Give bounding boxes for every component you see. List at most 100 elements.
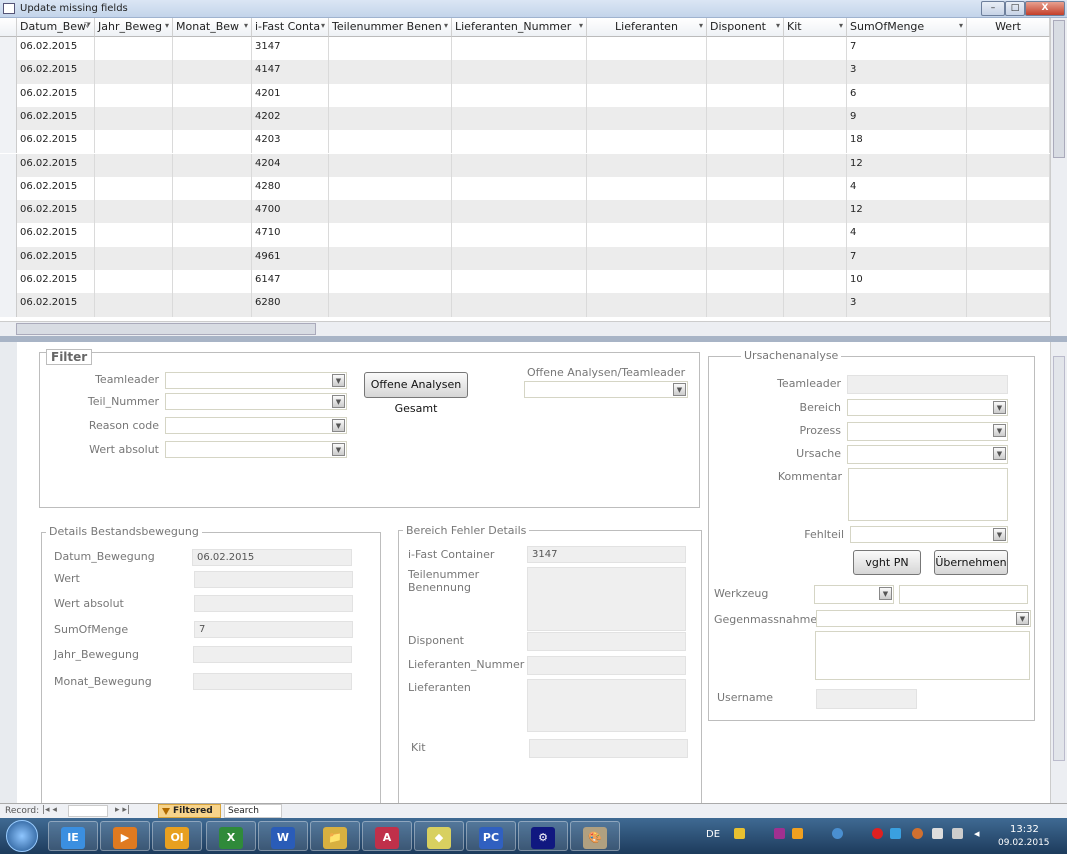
fehlteil-combo[interactable]: ▼	[850, 526, 1008, 543]
row-selector[interactable]	[0, 223, 17, 247]
row-selector[interactable]	[0, 106, 17, 131]
tray-onenote-icon[interactable]	[774, 828, 785, 839]
table-cell[interactable]	[707, 130, 784, 154]
table-row[interactable]: 06.02.2015 4201 6	[0, 83, 1050, 107]
table-cell[interactable]	[587, 153, 707, 177]
werkzeug-combo[interactable]: ▼	[814, 585, 894, 604]
tray-app-icon[interactable]	[832, 828, 843, 839]
table-cell[interactable]	[452, 200, 587, 224]
table-row[interactable]: 06.02.2015 4280 4	[0, 176, 1050, 201]
table-cell[interactable]	[173, 60, 252, 84]
table-cell[interactable]	[587, 223, 707, 247]
table-cell[interactable]: 4201	[252, 83, 329, 107]
table-cell[interactable]	[452, 153, 587, 177]
table-cell[interactable]: 06.02.2015	[17, 130, 95, 154]
chevron-down-icon[interactable]: ▼	[993, 447, 1006, 460]
scroll-thumb[interactable]	[1053, 20, 1065, 158]
table-cell[interactable]	[95, 246, 173, 270]
sort-dropdown-icon[interactable]: ▾	[839, 21, 843, 30]
table-cell[interactable]	[173, 83, 252, 107]
table-cell[interactable]	[967, 246, 1050, 270]
table-cell[interactable]	[967, 153, 1050, 177]
row-selector[interactable]	[0, 293, 17, 317]
taskbar-app-button[interactable]: IE	[48, 821, 98, 851]
table-cell[interactable]: 06.02.2015	[17, 246, 95, 270]
table-cell[interactable]	[173, 153, 252, 177]
table-cell[interactable]	[967, 83, 1050, 107]
table-cell[interactable]	[967, 60, 1050, 84]
taskbar-app-button[interactable]: Ol	[152, 821, 202, 851]
table-cell[interactable]: 3	[847, 60, 967, 84]
uebernehmen-button[interactable]: Übernehmen	[934, 550, 1008, 575]
chevron-down-icon[interactable]: ▼	[993, 528, 1006, 541]
table-row[interactable]: 06.02.2015 6280 3	[0, 293, 1050, 317]
column-header[interactable]: Lieferanten_Nummer ▾	[452, 18, 587, 37]
table-cell[interactable]	[707, 200, 784, 224]
table-row[interactable]: 06.02.2015 4710 4	[0, 223, 1050, 247]
sort-dropdown-icon[interactable]: ▾	[321, 21, 325, 30]
row-selector[interactable]	[0, 246, 17, 270]
row-selector[interactable]	[0, 37, 17, 61]
chevron-down-icon[interactable]: ▼	[1016, 612, 1029, 625]
table-cell[interactable]	[173, 270, 252, 294]
username-field[interactable]	[816, 689, 917, 709]
table-cell[interactable]: 4710	[252, 223, 329, 247]
table-cell[interactable]: 9	[847, 106, 967, 131]
table-cell[interactable]	[95, 60, 173, 84]
table-cell[interactable]	[587, 60, 707, 84]
table-cell[interactable]: 6	[847, 83, 967, 107]
start-button[interactable]	[6, 820, 38, 852]
table-cell[interactable]	[784, 153, 847, 177]
table-cell[interactable]: 4700	[252, 200, 329, 224]
ursache-combo[interactable]: ▼	[847, 445, 1008, 464]
tray-outlook-icon[interactable]	[792, 828, 803, 839]
table-cell[interactable]: 06.02.2015	[17, 176, 95, 201]
table-cell[interactable]	[173, 293, 252, 317]
table-row[interactable]: 06.02.2015 6147 10	[0, 270, 1050, 294]
chevron-down-icon[interactable]: ▼	[332, 443, 345, 456]
taskbar-app-button[interactable]: ⚙	[518, 821, 568, 851]
first-record-button[interactable]: |◂ ◂	[42, 805, 57, 815]
ursache-teamleader-field[interactable]	[847, 375, 1008, 394]
chevron-down-icon[interactable]: ▼	[332, 395, 345, 408]
table-cell[interactable]: 06.02.2015	[17, 83, 95, 107]
table-cell[interactable]	[587, 200, 707, 224]
taskbar-app-button[interactable]: W	[258, 821, 308, 851]
table-cell[interactable]	[587, 130, 707, 154]
table-cell[interactable]	[329, 130, 452, 154]
table-cell[interactable]	[784, 200, 847, 224]
table-cell[interactable]	[329, 200, 452, 224]
table-cell[interactable]: 4	[847, 176, 967, 201]
row-selector[interactable]	[0, 60, 17, 84]
record-number-input[interactable]	[68, 805, 108, 817]
disponent-field[interactable]	[527, 632, 686, 651]
tray-device-icon[interactable]	[932, 828, 943, 839]
table-cell[interactable]	[329, 60, 452, 84]
table-cell[interactable]	[587, 293, 707, 317]
teilenummer-field[interactable]	[527, 567, 686, 631]
tray-red-icon[interactable]	[872, 828, 883, 839]
table-cell[interactable]: 06.02.2015	[17, 223, 95, 247]
table-cell[interactable]: 06.02.2015	[17, 293, 95, 317]
table-cell[interactable]	[587, 106, 707, 131]
table-cell[interactable]	[784, 176, 847, 201]
table-cell[interactable]	[587, 83, 707, 107]
column-header[interactable]: Datum_Bew ⧩	[17, 18, 95, 37]
table-cell[interactable]: 4961	[252, 246, 329, 270]
table-cell[interactable]: 3147	[252, 37, 329, 61]
jahr-field[interactable]	[193, 646, 352, 663]
table-cell[interactable]	[452, 293, 587, 317]
table-cell[interactable]	[95, 223, 173, 247]
table-cell[interactable]	[95, 130, 173, 154]
table-cell[interactable]: 3	[847, 293, 967, 317]
table-cell[interactable]: 06.02.2015	[17, 60, 95, 84]
sort-dropdown-icon[interactable]: ▾	[699, 21, 703, 30]
sort-dropdown-icon[interactable]: ▾	[444, 21, 448, 30]
table-cell[interactable]	[173, 130, 252, 154]
datasheet-horizontal-scrollbar[interactable]	[0, 321, 1050, 336]
column-header[interactable]: Wert	[967, 18, 1050, 37]
table-cell[interactable]	[587, 176, 707, 201]
table-cell[interactable]	[707, 153, 784, 177]
close-button[interactable]: X	[1025, 1, 1065, 16]
next-record-button[interactable]: ▸ ▸|	[115, 805, 130, 815]
